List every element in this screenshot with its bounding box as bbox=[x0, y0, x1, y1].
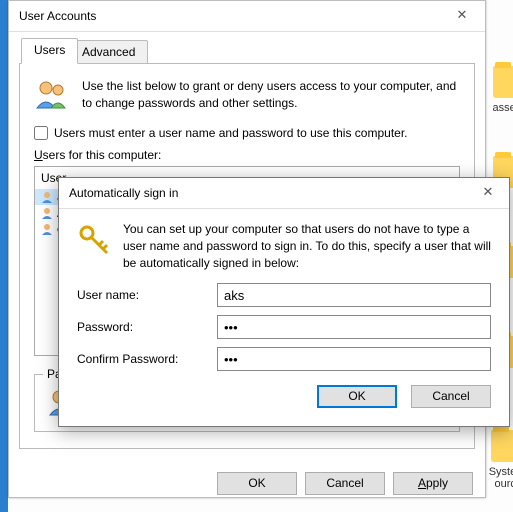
user-icon bbox=[40, 222, 54, 236]
user-icon bbox=[40, 190, 54, 204]
cancel-button[interactable]: Cancel bbox=[305, 472, 385, 495]
dialog-buttons: OK Cancel AApplypply bbox=[9, 462, 485, 497]
apply-button[interactable]: AApplypply bbox=[393, 472, 473, 495]
user-icon bbox=[40, 206, 54, 220]
folder-icon bbox=[493, 66, 513, 98]
username-row: User name: bbox=[77, 283, 491, 307]
folder-icon bbox=[491, 430, 513, 462]
confirm-password-label: Confirm Password: bbox=[77, 352, 217, 366]
tab-strip: Users Advanced bbox=[19, 38, 475, 64]
close-button[interactable]: ✕ bbox=[471, 182, 505, 204]
separator bbox=[9, 31, 485, 32]
users-list-label: Users for this computer: bbox=[34, 148, 460, 162]
folder-label: assembl bbox=[483, 102, 513, 114]
must-enter-password-row[interactable]: Users must enter a user name and passwor… bbox=[34, 126, 460, 140]
checkbox-label: Users must enter a user name and passwor… bbox=[54, 126, 408, 140]
confirm-password-row: Confirm Password: bbox=[77, 347, 491, 371]
username-input[interactable] bbox=[217, 283, 491, 307]
window-title: User Accounts bbox=[19, 9, 445, 23]
dialog-buttons: OK Cancel bbox=[77, 385, 491, 408]
username-label: User name: bbox=[77, 288, 217, 302]
auto-signin-dialog: Automatically sign in ✕ You can set up y… bbox=[58, 177, 510, 427]
tab-users[interactable]: Users bbox=[21, 38, 78, 64]
folder-assembl[interactable]: assembl bbox=[483, 66, 513, 114]
intro-text: Use the list below to grant or deny user… bbox=[82, 78, 460, 112]
must-enter-password-checkbox[interactable] bbox=[34, 126, 48, 140]
titlebar[interactable]: Automatically sign in ✕ bbox=[59, 178, 509, 208]
keys-icon bbox=[77, 223, 111, 257]
ok-button[interactable]: OK bbox=[317, 385, 397, 408]
confirm-password-input[interactable] bbox=[217, 347, 491, 371]
tab-advanced[interactable]: Advanced bbox=[69, 40, 148, 64]
password-row: Password: bbox=[77, 315, 491, 339]
password-label: Password: bbox=[77, 320, 217, 334]
users-icon bbox=[34, 78, 70, 110]
cancel-button[interactable]: Cancel bbox=[411, 385, 491, 408]
titlebar[interactable]: User Accounts ✕ bbox=[9, 1, 485, 31]
password-input[interactable] bbox=[217, 315, 491, 339]
dialog-title: Automatically sign in bbox=[69, 186, 471, 200]
close-button[interactable]: ✕ bbox=[445, 5, 479, 27]
left-edge-strip bbox=[0, 0, 8, 512]
ok-button[interactable]: OK bbox=[217, 472, 297, 495]
intro-text: You can set up your computer so that use… bbox=[123, 221, 491, 271]
dialog-body: You can set up your computer so that use… bbox=[59, 209, 509, 426]
intro-row: You can set up your computer so that use… bbox=[77, 221, 491, 271]
intro-row: Use the list below to grant or deny user… bbox=[34, 78, 460, 112]
